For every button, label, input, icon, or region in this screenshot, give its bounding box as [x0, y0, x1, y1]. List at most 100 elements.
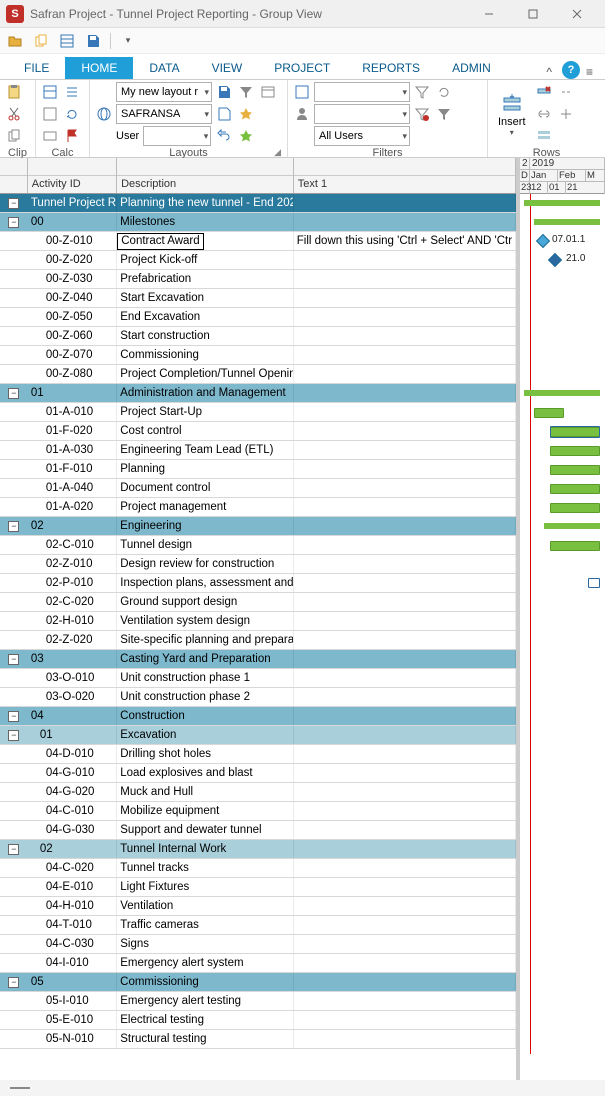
cell-description[interactable]: Electrical testing: [117, 1011, 294, 1029]
gantt-milestone-diamond[interactable]: [548, 253, 562, 267]
menu-admin[interactable]: ADMIN: [436, 57, 507, 79]
cell-description[interactable]: Tunnel design: [117, 536, 294, 554]
cell-text1[interactable]: [294, 251, 516, 269]
table-row[interactable]: 02-C-010Tunnel design: [0, 536, 516, 555]
qat-grid-icon[interactable]: [58, 32, 76, 50]
table-group-row[interactable]: −00Milestones: [0, 213, 516, 232]
table-row[interactable]: 02-P-010Inspection plans, assessment and…: [0, 574, 516, 593]
cell-activity-id[interactable]: 05-E-010: [28, 1011, 117, 1029]
gantt-milestone-diamond[interactable]: [536, 234, 550, 248]
qat-open-icon[interactable]: [6, 32, 24, 50]
cell-description[interactable]: Light Fixtures: [117, 878, 294, 896]
cut-icon[interactable]: [4, 104, 24, 124]
gantt-bar[interactable]: [550, 465, 600, 475]
row-expander[interactable]: −: [8, 977, 19, 988]
cell-text1[interactable]: [294, 650, 516, 668]
calc-refresh-icon[interactable]: [62, 104, 82, 124]
table-row[interactable]: 04-D-010Drilling shot holes: [0, 745, 516, 764]
minimize-button[interactable]: [467, 0, 511, 28]
cell-text1[interactable]: [294, 669, 516, 687]
cell-activity-id[interactable]: 00-Z-040: [28, 289, 117, 307]
cell-text1[interactable]: [294, 612, 516, 630]
filter-funnel2-icon[interactable]: [412, 82, 432, 102]
table-row[interactable]: 02-H-010Ventilation system design: [0, 612, 516, 631]
cell-activity-id[interactable]: 02: [28, 517, 117, 535]
layout-undo-icon[interactable]: [214, 126, 234, 146]
cell-text1[interactable]: [294, 308, 516, 326]
table-row[interactable]: 04-G-020Muck and Hull: [0, 783, 516, 802]
cell-text1[interactable]: [294, 745, 516, 763]
cell-description[interactable]: Casting Yard and Preparation: [117, 650, 294, 668]
calc-icon-3[interactable]: [40, 126, 60, 146]
layout-saveas-icon[interactable]: [214, 104, 234, 124]
cell-activity-id[interactable]: 01-A-020: [28, 498, 117, 516]
table-row[interactable]: 04-G-010Load explosives and blast: [0, 764, 516, 783]
cell-description[interactable]: Design review for construction: [117, 555, 294, 573]
cell-text1[interactable]: [294, 764, 516, 782]
cell-description[interactable]: Unit construction phase 1: [117, 669, 294, 687]
cell-description[interactable]: Structural testing: [117, 1030, 294, 1048]
table-row[interactable]: 01-A-020Project management: [0, 498, 516, 517]
cell-text1[interactable]: [294, 726, 516, 744]
cell-description[interactable]: Traffic cameras: [117, 916, 294, 934]
cell-activity-id[interactable]: 04: [28, 707, 117, 725]
cell-description[interactable]: Commissioning: [117, 346, 294, 364]
cell-activity-id[interactable]: 04-D-010: [28, 745, 117, 763]
ribbon-collapse-icon[interactable]: ^: [546, 65, 552, 79]
table-row[interactable]: 02-C-020Ground support design: [0, 593, 516, 612]
row-expander[interactable]: −: [8, 844, 19, 855]
cell-text1[interactable]: [294, 897, 516, 915]
layouts-launcher-icon[interactable]: ◢: [274, 147, 281, 158]
menu-more-icon[interactable]: ≡: [586, 65, 593, 79]
table-row[interactable]: 00-Z-080Project Completion/Tunnel Openin…: [0, 365, 516, 384]
table-row[interactable]: 00-Z-020Project Kick-off: [0, 251, 516, 270]
activity-grid[interactable]: Activity ID Description Text 1 −Tunnel P…: [0, 158, 520, 1080]
paste-icon[interactable]: [4, 82, 24, 102]
cell-description[interactable]: Planning: [117, 460, 294, 478]
qat-customize-icon[interactable]: ▾: [119, 32, 137, 50]
cell-activity-id[interactable]: 02-H-010: [28, 612, 117, 630]
cell-description[interactable]: Start construction: [117, 327, 294, 345]
cell-description[interactable]: Engineering Team Lead (ETL): [117, 441, 294, 459]
cell-text1[interactable]: [294, 878, 516, 896]
cell-activity-id[interactable]: 02-Z-010: [28, 555, 117, 573]
cell-text1[interactable]: [294, 707, 516, 725]
table-row[interactable]: 04-C-030Signs: [0, 935, 516, 954]
qat-copy-icon[interactable]: [32, 32, 50, 50]
cell-activity-id[interactable]: 00: [28, 213, 117, 231]
menu-home[interactable]: HOME: [65, 57, 133, 79]
table-row[interactable]: 04-G-030Support and dewater tunnel: [0, 821, 516, 840]
cell-text1[interactable]: [294, 783, 516, 801]
scope-combo[interactable]: SAFRANSA▾: [116, 104, 212, 124]
table-row[interactable]: 01-A-010Project Start-Up: [0, 403, 516, 422]
cell-activity-id[interactable]: 00-Z-010: [28, 232, 117, 250]
cell-description[interactable]: Project management: [117, 498, 294, 516]
cell-activity-id[interactable]: 02-P-010: [28, 574, 117, 592]
cell-description[interactable]: End Excavation: [117, 308, 294, 326]
cell-activity-id[interactable]: 01-F-020: [28, 422, 117, 440]
row-expander[interactable]: −: [8, 711, 19, 722]
cell-description[interactable]: Unit construction phase 2: [117, 688, 294, 706]
cell-description[interactable]: Excavation: [117, 726, 294, 744]
cell-activity-id[interactable]: 05-N-010: [28, 1030, 117, 1048]
cell-text1[interactable]: [294, 859, 516, 877]
cell-activity-id[interactable]: 04-C-030: [28, 935, 117, 953]
table-row[interactable]: 01-A-030Engineering Team Lead (ETL): [0, 441, 516, 460]
cell-description[interactable]: Mobilize equipment: [117, 802, 294, 820]
rows-expand-icon[interactable]: [556, 104, 576, 124]
table-row[interactable]: 02-Z-020Site-specific planning and prepa…: [0, 631, 516, 650]
cell-text1[interactable]: [294, 422, 516, 440]
cell-description[interactable]: Ventilation: [117, 897, 294, 915]
cell-text1[interactable]: [294, 631, 516, 649]
cell-text1[interactable]: [294, 460, 516, 478]
cell-description[interactable]: Contract Award: [117, 232, 294, 250]
cell-activity-id[interactable]: 00-Z-060: [28, 327, 117, 345]
cell-activity-id[interactable]: 04-H-010: [28, 897, 117, 915]
cell-text1[interactable]: [294, 1030, 516, 1048]
filter-combo-1[interactable]: ▾: [314, 82, 410, 102]
cell-text1[interactable]: [294, 802, 516, 820]
cell-description[interactable]: Planning the new tunnel - End 2021: [117, 194, 294, 212]
menu-data[interactable]: DATA: [133, 57, 195, 79]
cell-text1[interactable]: [294, 935, 516, 953]
cell-activity-id[interactable]: 01-A-040: [28, 479, 117, 497]
